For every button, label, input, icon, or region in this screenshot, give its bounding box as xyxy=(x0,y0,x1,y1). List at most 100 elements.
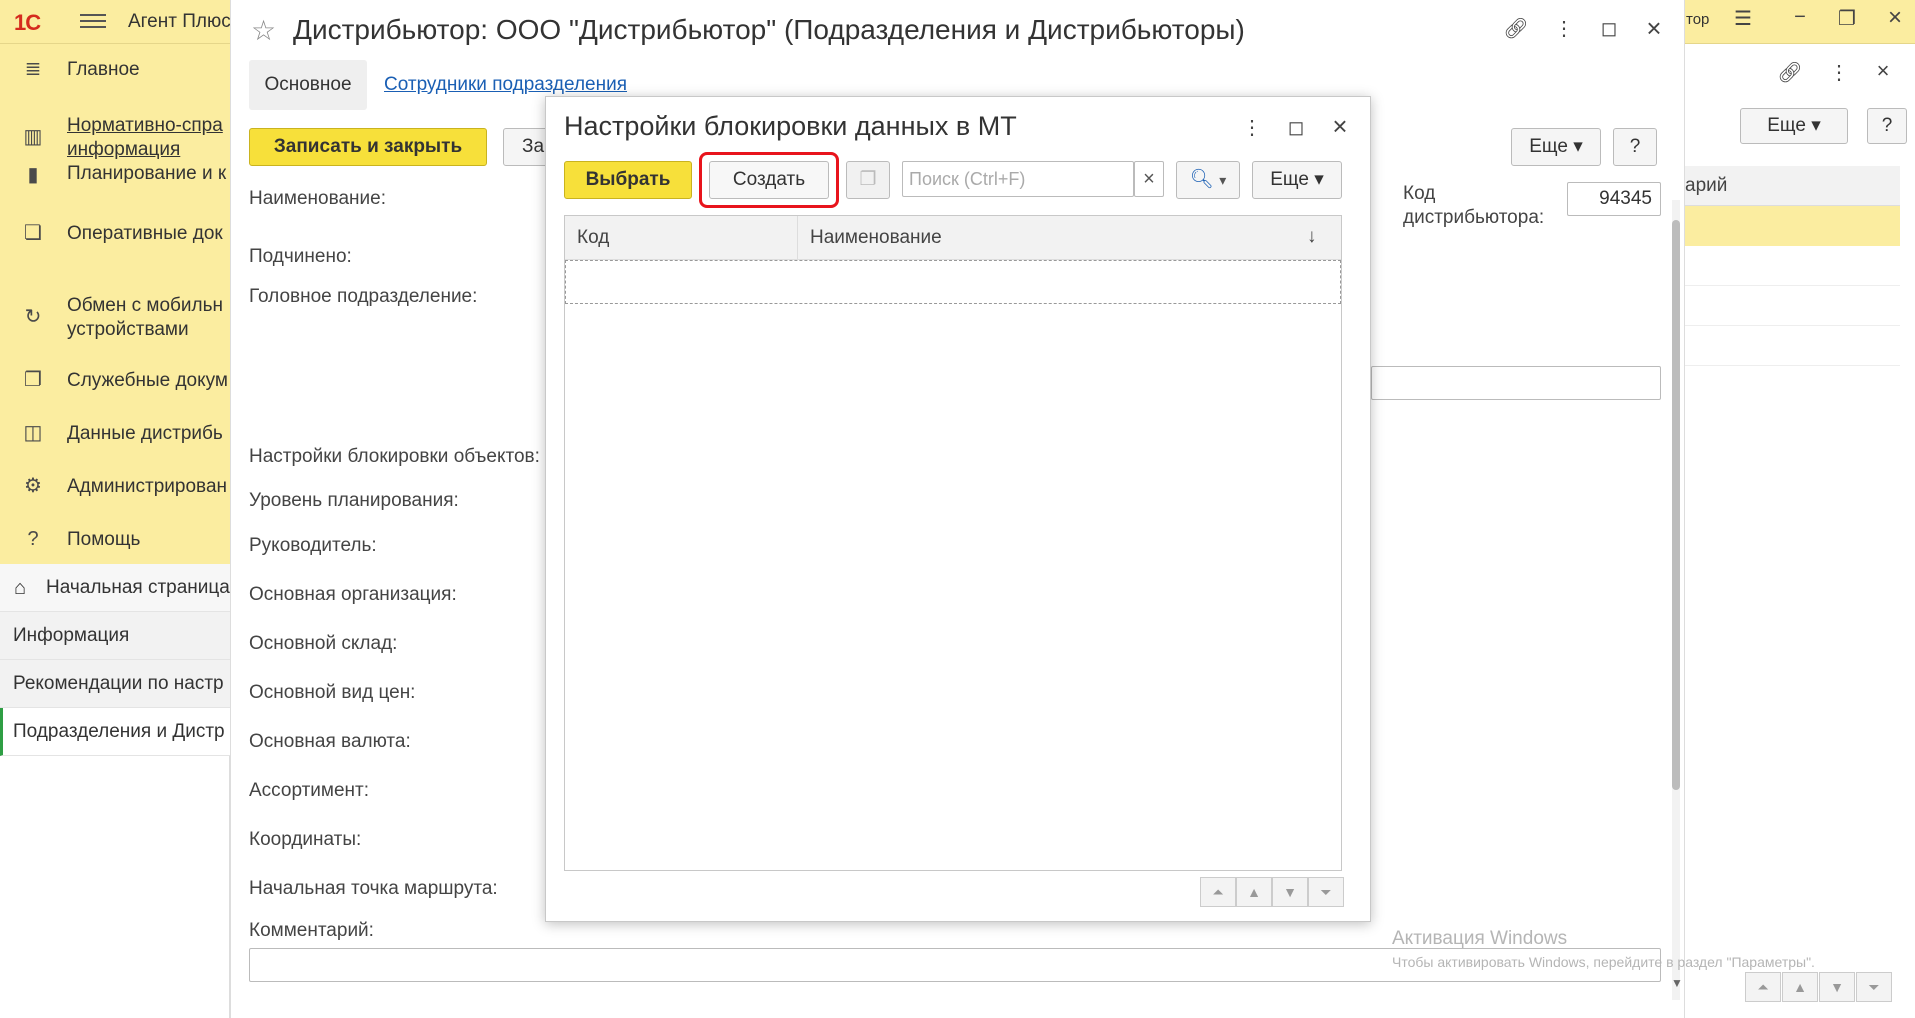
select-button[interactable]: Выбрать xyxy=(564,161,692,199)
sync-icon: ↻ xyxy=(24,306,42,328)
sidebar-item-label: устройствами xyxy=(67,319,189,340)
scroll-first-icon[interactable]: ⏶ xyxy=(1200,877,1236,907)
save-and-close-button[interactable]: Записать и закрыть xyxy=(249,128,487,166)
route-start-label: Начальная точка маршрута: xyxy=(249,878,498,899)
menu-lines-icon: ≣ xyxy=(24,58,42,80)
sidebar-item-main[interactable]: ≣ Главное xyxy=(0,58,230,88)
table-header: арий xyxy=(1685,166,1900,206)
sidebar-item-operational-docs[interactable]: ❏ Оперативные док xyxy=(0,222,230,252)
column-header-comment: арий xyxy=(1685,175,1728,196)
right-title-fragment: тор xyxy=(1686,11,1710,28)
sort-arrow-icon[interactable]: ↓ xyxy=(1307,226,1317,248)
search-options-button[interactable]: 🔍︎ ▾ xyxy=(1176,161,1240,199)
column-header-name[interactable]: Наименование xyxy=(798,216,1341,260)
sidebar-item-label: Помощь xyxy=(67,529,141,550)
scroll-up-icon[interactable]: ▲ xyxy=(1236,877,1272,907)
table-row[interactable] xyxy=(1685,326,1900,366)
sidebar-item-mobile-exchange[interactable]: ↻ Обмен с мобильн устройствами xyxy=(0,294,230,342)
open-window-info[interactable]: Информация xyxy=(0,612,230,660)
head-division-field[interactable] xyxy=(1371,366,1661,400)
table-row-empty[interactable] xyxy=(565,260,1341,304)
distributor-code-label: Код дистрибьютора: xyxy=(1403,183,1545,228)
close-icon[interactable]: × xyxy=(1880,4,1910,32)
maximize-icon[interactable]: ◻ xyxy=(1597,16,1621,41)
restore-icon[interactable]: ❐ xyxy=(1832,6,1862,31)
sidebar-item-label: Данные дистрибь xyxy=(67,423,223,444)
lock-settings-label: Настройки блокировки объектов: xyxy=(249,446,540,467)
close-icon[interactable]: × xyxy=(1327,111,1353,142)
sidebar-item-label: Нормативно-спра xyxy=(67,115,223,136)
tab-main[interactable]: Основное xyxy=(249,60,367,110)
sidebar-item-administration[interactable]: ⚙ Администрирован xyxy=(0,475,230,505)
sidebar-item-planning[interactable]: ▮ Планирование и к xyxy=(0,152,230,186)
more-button[interactable]: Еще ▾ xyxy=(1252,161,1342,199)
lock-settings-dialog: Настройки блокировки данных в МТ ⋮ ◻ × В… xyxy=(545,96,1371,922)
documents-icon: ❏ xyxy=(24,222,42,244)
gear-icon: ⚙ xyxy=(24,475,42,497)
scroll-down-icon[interactable]: ▼ xyxy=(1272,877,1308,907)
more-button[interactable]: Еще ▾ xyxy=(1740,108,1848,144)
sidebar-item-help[interactable]: ? Помощь xyxy=(0,528,230,558)
search-input[interactable]: Поиск (Ctrl+F) xyxy=(902,161,1134,197)
link-icon[interactable]: 🔗︎ xyxy=(1775,60,1805,85)
open-window-recommendations[interactable]: Рекомендации по настр xyxy=(0,660,230,708)
service-docs-icon: ❐ xyxy=(24,369,42,391)
bar-grid-icon: ▥ xyxy=(23,126,43,148)
scroll-down-arrow-icon[interactable]: ▼ xyxy=(1671,976,1683,990)
table-row[interactable] xyxy=(1685,246,1900,286)
scrollbar-thumb[interactable] xyxy=(1672,220,1680,790)
dialog-title: Настройки блокировки данных в МТ xyxy=(564,111,1017,141)
close-icon[interactable]: × xyxy=(1641,13,1667,44)
tab-division-staff[interactable]: Сотрудники подразделения xyxy=(384,74,627,96)
open-window-label: Информация xyxy=(13,625,130,646)
column-header-code[interactable]: Код xyxy=(565,216,798,260)
open-window-divisions[interactable]: Подразделения и Дистр xyxy=(0,708,230,756)
scroll-up-icon[interactable]: ▲ xyxy=(1782,972,1818,1002)
scroll-last-icon[interactable]: ⏷ xyxy=(1856,972,1892,1002)
comment-label: Комментарий: xyxy=(249,920,374,941)
more-vertical-icon[interactable]: ⋮ xyxy=(1242,115,1262,140)
distributor-code-field[interactable]: 94345 xyxy=(1567,182,1661,216)
scroll-first-icon[interactable]: ⏶ xyxy=(1745,972,1781,1002)
form-title: Дистрибьютор: ООО "Дистрибьютор" (Подраз… xyxy=(293,14,1245,45)
sidebar-item-service-docs[interactable]: ❐ Служебные докум xyxy=(0,369,230,399)
sidebar-item-label: Обмен с мобильн xyxy=(67,295,224,316)
sidebar-item-label: Главное xyxy=(67,59,140,80)
more-vertical-icon[interactable]: ⋮ xyxy=(1829,60,1849,85)
open-window-home[interactable]: ⌂ Начальная страница xyxy=(0,564,230,612)
minimize-icon[interactable]: − xyxy=(1785,6,1815,29)
main-warehouse-label: Основной склад: xyxy=(249,633,398,654)
table-header: Код Наименование ↓ xyxy=(565,216,1341,260)
sidebar-item-label: Служебные докум xyxy=(67,370,228,391)
scroll-last-icon[interactable]: ⏷ xyxy=(1308,877,1344,907)
name-label: Наименование: xyxy=(249,188,386,209)
help-button[interactable]: ? xyxy=(1867,108,1907,144)
logo-1c[interactable]: 1С xyxy=(14,10,41,36)
close-icon[interactable]: × xyxy=(1870,58,1896,84)
lock-settings-table: Код Наименование ↓ xyxy=(564,215,1342,871)
open-window-label: Рекомендации по настр xyxy=(13,673,224,694)
open-window-label: Начальная страница xyxy=(46,577,230,598)
maximize-icon[interactable]: ◻ xyxy=(1284,115,1308,140)
sidebar-item-label: Планирование и к xyxy=(67,163,227,184)
sidebar-item-distributor-data[interactable]: ◫ Данные дистрибь xyxy=(0,422,230,452)
help-button[interactable]: ? xyxy=(1613,128,1657,166)
table-row-selected[interactable] xyxy=(1685,206,1900,246)
coordinates-label: Координаты: xyxy=(249,829,362,850)
search-clear-icon[interactable]: × xyxy=(1134,161,1164,197)
copy-icon[interactable]: ❐ xyxy=(846,161,890,199)
scrollbar-track[interactable] xyxy=(1672,200,1680,1000)
more-button[interactable]: Еще ▾ xyxy=(1511,128,1601,166)
open-windows-panel: ⌂ Начальная страница Информация Рекоменд… xyxy=(0,564,230,1018)
more-vertical-icon[interactable]: ⋮ xyxy=(1554,16,1574,41)
star-icon[interactable]: ☆ xyxy=(251,14,276,47)
create-button[interactable]: Создать xyxy=(709,161,829,199)
hamburger-menu-icon[interactable]: ☰ xyxy=(1728,6,1758,31)
link-icon[interactable]: 🔗︎ xyxy=(1501,16,1531,41)
scroll-down-icon[interactable]: ▼ xyxy=(1819,972,1855,1002)
head-division-label: Головное подразделение: xyxy=(249,286,478,307)
table-row[interactable] xyxy=(1685,286,1900,326)
home-icon: ⌂ xyxy=(14,577,27,599)
hamburger-menu-icon[interactable] xyxy=(80,10,106,32)
windows-activation-title: Активация Windows xyxy=(1392,928,1568,949)
